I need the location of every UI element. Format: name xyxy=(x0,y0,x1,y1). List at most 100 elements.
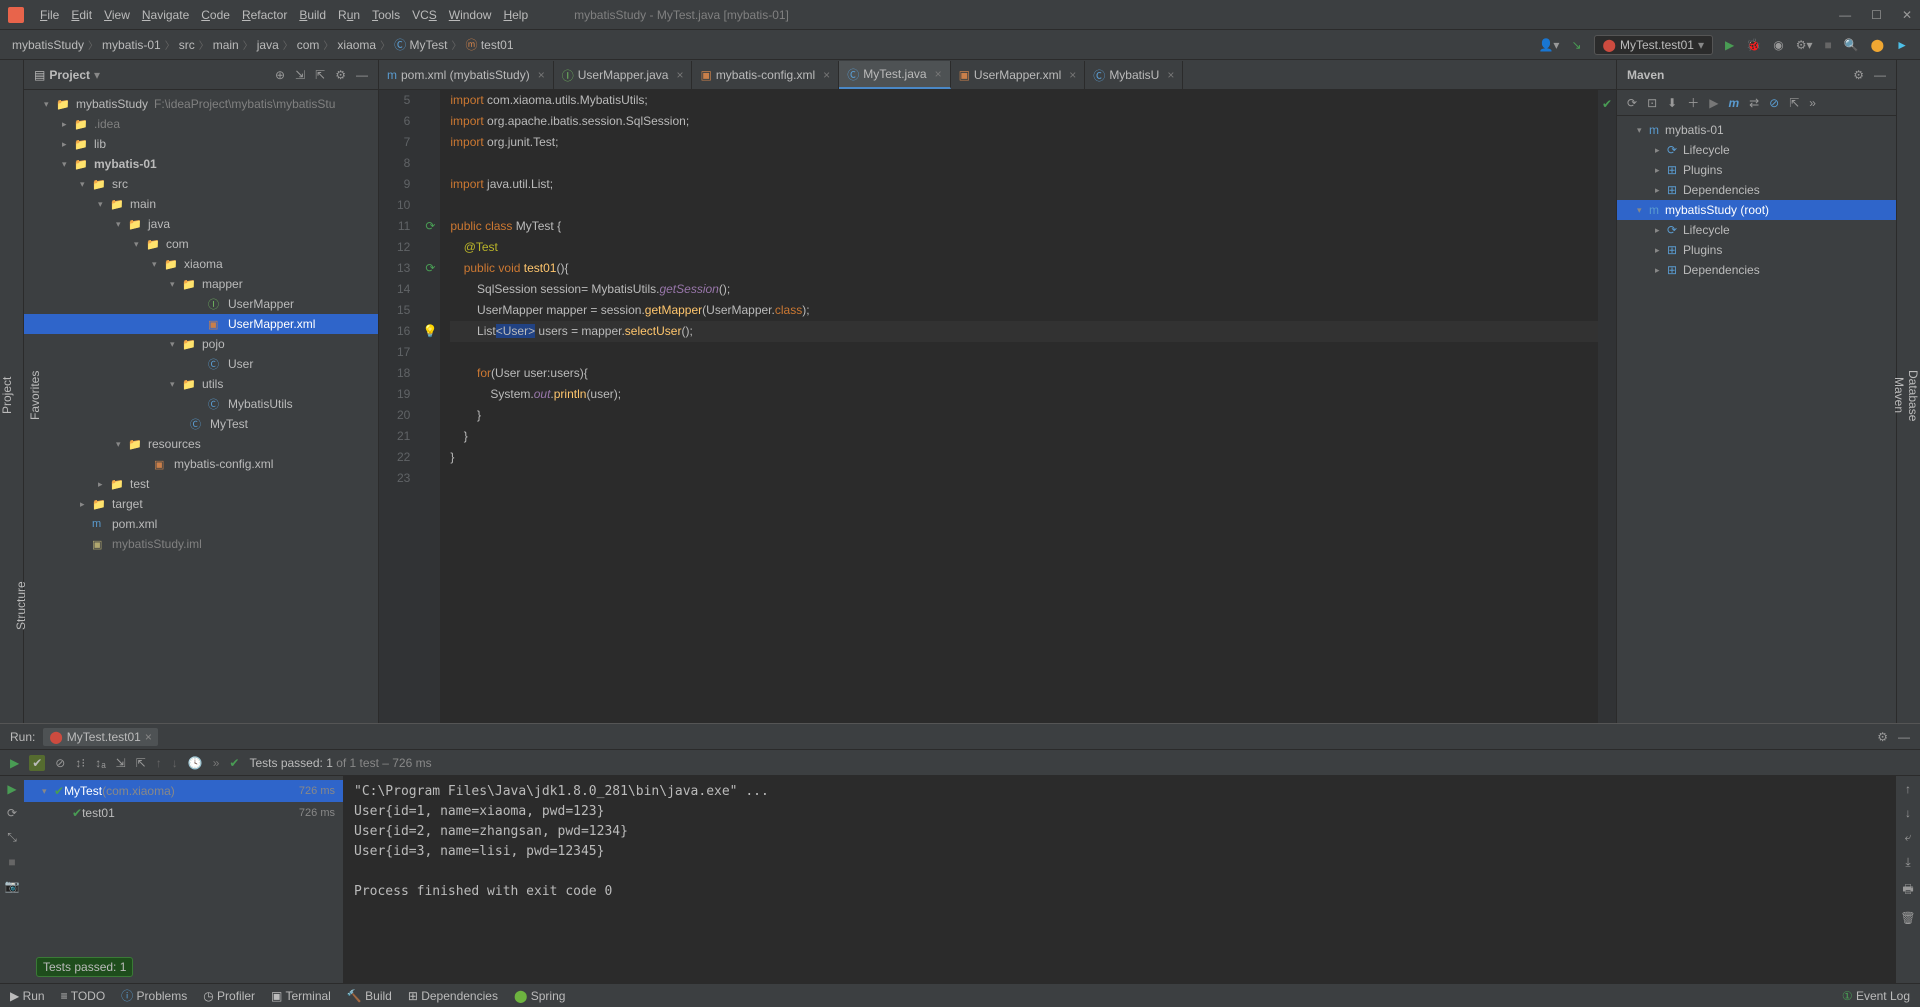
maven-m-icon[interactable]: m xyxy=(1728,96,1739,110)
hide-icon[interactable]: — xyxy=(356,68,368,82)
add-config-icon[interactable]: 👤▾ xyxy=(1538,38,1559,52)
maven-tree-row[interactable]: ▸⊞Dependencies xyxy=(1617,260,1896,280)
sort-alpha-icon[interactable]: ↕ₐ xyxy=(95,756,105,770)
menu-refactor[interactable]: Refactor xyxy=(236,8,293,22)
stop-button[interactable]: ■ xyxy=(1824,38,1831,52)
editor-tab[interactable]: mpom.xml (mybatisStudy)× xyxy=(379,61,554,89)
run-hide-icon[interactable]: — xyxy=(1898,730,1910,744)
breadcrumb[interactable]: main xyxy=(213,37,257,52)
menu-help[interactable]: Help xyxy=(497,8,534,22)
tree-row[interactable]: ⒾUserMapper xyxy=(24,294,378,314)
status-build[interactable]: 🔨 Build xyxy=(347,989,392,1003)
pass-toggle-icon[interactable]: ✔ xyxy=(29,755,45,771)
close-icon[interactable]: ✕ xyxy=(1902,8,1912,22)
menu-vcs[interactable]: VCS xyxy=(406,8,443,22)
breadcrumb[interactable]: Ⓒ MyTest xyxy=(394,36,465,53)
console-output[interactable]: "C:\Program Files\Java\jdk1.8.0_281\bin\… xyxy=(344,776,1896,983)
collapse-all-icon[interactable]: ⇱ xyxy=(315,68,325,82)
rerun-icon[interactable]: ▶ xyxy=(10,756,19,770)
menu-tools[interactable]: Tools xyxy=(366,8,406,22)
run-tab-label[interactable]: MyTest.test01 xyxy=(67,730,141,744)
status-profiler[interactable]: ◷ Profiler xyxy=(203,989,255,1003)
maven-toggle-icon[interactable]: ⇄ xyxy=(1749,96,1759,110)
maven-run-icon[interactable]: ▶ xyxy=(1709,96,1718,110)
sidebar-tab-structure[interactable]: Structure xyxy=(14,488,28,723)
collapse-icon[interactable]: ⇱ xyxy=(136,756,146,770)
tree-row[interactable]: mpom.xml xyxy=(24,514,378,534)
scroll-down-icon[interactable]: ↓ xyxy=(1905,806,1911,820)
clear-icon[interactable]: 🗑 xyxy=(1900,911,1915,925)
maven-hide-icon[interactable]: — xyxy=(1874,68,1886,82)
maven-add-icon[interactable]: ＋ xyxy=(1687,94,1699,111)
menu-window[interactable]: Window xyxy=(443,8,498,22)
maven-more-icon[interactable]: » xyxy=(1809,96,1816,110)
dump-icon[interactable]: 📷 xyxy=(5,879,20,893)
scroll-up-icon[interactable]: ↑ xyxy=(1905,782,1911,796)
soft-wrap-icon[interactable]: ⤶ xyxy=(1905,830,1912,845)
tree-row[interactable]: ▾📁mapper xyxy=(24,274,378,294)
run-button[interactable]: ▶ xyxy=(1725,38,1734,52)
breadcrumb[interactable]: java xyxy=(257,37,297,52)
tree-row[interactable]: ▾📁com xyxy=(24,234,378,254)
breadcrumb[interactable]: ⓜ test01 xyxy=(465,36,521,53)
maven-reload-icon[interactable]: ⟳ xyxy=(1627,96,1637,110)
sort-icon[interactable]: ↕⁝ xyxy=(75,756,85,770)
maven-tree-row[interactable]: ▾mmybatisStudy (root) xyxy=(1617,200,1896,220)
maven-tree-row[interactable]: ▸⊞Plugins xyxy=(1617,160,1896,180)
tree-row[interactable]: ⒸUser xyxy=(24,354,378,374)
editor-tab[interactable]: ▣UserMapper.xml× xyxy=(951,61,1086,89)
tree-row[interactable]: ▾📁java xyxy=(24,214,378,234)
editor-tab[interactable]: ▣mybatis-config.xml× xyxy=(692,61,839,89)
status-terminal[interactable]: ▣ Terminal xyxy=(271,989,331,1003)
menu-file[interactable]: File xyxy=(34,8,65,22)
tree-row[interactable]: ▣mybatis-config.xml xyxy=(24,454,378,474)
status-spring[interactable]: ⬤ Spring xyxy=(514,989,565,1003)
status-problems[interactable]: ⓘ Problems xyxy=(121,987,187,1004)
maven-settings-icon[interactable]: ⚙ xyxy=(1853,68,1864,82)
test-tree-row[interactable]: ▾✔ MyTest (com.xiaoma)726 ms xyxy=(24,780,343,802)
sidebar-tab-database[interactable]: Database xyxy=(1906,68,1920,723)
tab-close-icon[interactable]: × xyxy=(823,68,830,82)
history-icon[interactable]: 🕓 xyxy=(188,756,203,770)
debug-button[interactable]: 🐞 xyxy=(1746,38,1761,52)
status-todo[interactable]: ≡ TODO xyxy=(61,989,106,1003)
test-tree[interactable]: ▾✔ MyTest (com.xiaoma)726 ms✔ test01726 … xyxy=(24,776,344,983)
tree-row[interactable]: ▣mybatisStudy.iml xyxy=(24,534,378,554)
maven-collapse-icon[interactable]: ⇱ xyxy=(1789,96,1799,110)
status-run[interactable]: ▶ Run xyxy=(10,989,45,1003)
tree-row[interactable]: ▣UserMapper.xml xyxy=(24,314,378,334)
tree-row[interactable]: ⒸMyTest xyxy=(24,414,378,434)
ide-services-icon[interactable]: ► xyxy=(1896,38,1908,52)
select-opened-icon[interactable]: ⊕ xyxy=(275,68,285,82)
tree-row[interactable]: ▾📁mybatis-01 xyxy=(24,154,378,174)
breadcrumb[interactable]: xiaoma xyxy=(337,37,394,52)
tree-row[interactable]: ▾📁src xyxy=(24,174,378,194)
editor-tab[interactable]: ⒸMybatisU× xyxy=(1085,61,1183,89)
breadcrumb[interactable]: src xyxy=(179,37,213,52)
tab-close-icon[interactable]: × xyxy=(538,68,545,82)
menu-run[interactable]: Run xyxy=(332,8,366,22)
fail-toggle-icon[interactable]: ⊘ xyxy=(55,756,65,770)
tree-row[interactable]: ⒸMybatisUtils xyxy=(24,394,378,414)
expand-all-icon[interactable]: ⇲ xyxy=(295,68,305,82)
sidebar-tab-maven[interactable]: Maven xyxy=(1892,68,1906,723)
status-deps[interactable]: ⊞ Dependencies xyxy=(408,989,498,1003)
up-icon[interactable]: ↑ xyxy=(156,756,162,770)
tree-row[interactable]: ▾📁pojo xyxy=(24,334,378,354)
maven-tree-row[interactable]: ▸⟳Lifecycle xyxy=(1617,220,1896,240)
tab-close-icon[interactable]: × xyxy=(935,67,942,81)
menu-navigate[interactable]: Navigate xyxy=(136,8,195,22)
settings-icon[interactable]: ⚙ xyxy=(335,68,346,82)
maven-tree-row[interactable]: ▸⊞Plugins xyxy=(1617,240,1896,260)
tree-row[interactable]: ▾📁resources xyxy=(24,434,378,454)
tree-row[interactable]: ▸📁target xyxy=(24,494,378,514)
code-editor[interactable]: 567891011121314151617181920212223 ⟳⟳💡 im… xyxy=(379,90,1616,723)
menu-view[interactable]: View xyxy=(98,8,136,22)
event-log[interactable]: ① Event Log xyxy=(1842,989,1910,1003)
rerun-button[interactable]: ▶ xyxy=(7,782,16,796)
down-icon[interactable]: ↓ xyxy=(172,756,178,770)
coverage-button[interactable]: ◉ xyxy=(1773,38,1783,52)
update-icon[interactable]: ⬤ xyxy=(1871,38,1884,52)
maven-skip-icon[interactable]: ⊘ xyxy=(1769,96,1779,110)
breadcrumb[interactable]: com xyxy=(297,37,338,52)
